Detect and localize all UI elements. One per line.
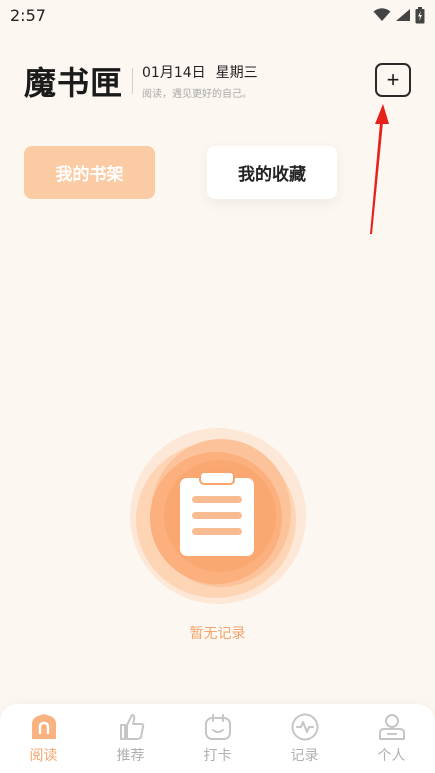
add-button[interactable]: + <box>375 63 411 97</box>
date-line: 01月14日 星期三 <box>142 62 258 82</box>
thumbs-up-icon <box>116 712 146 742</box>
status-bar: 2:57 <box>0 0 435 30</box>
cell-signal-icon <box>396 9 410 21</box>
nav-label-checkin: 打卡 <box>203 748 232 764</box>
header: 魔书匣 01月14日 星期三 阅读，遇见更好的自己。 <box>24 58 414 104</box>
status-time: 2:57 <box>10 5 46 25</box>
header-divider <box>132 68 134 94</box>
nav-label-read: 阅读 <box>29 748 58 764</box>
battery-icon <box>415 6 425 23</box>
nav-label-records: 记录 <box>290 748 319 764</box>
weekday-text: 星期三 <box>215 65 258 81</box>
app-logo: 魔书匣 <box>24 64 124 102</box>
date-text: 01月14日 <box>142 65 206 81</box>
nav-item-records[interactable]: 记录 <box>275 712 335 765</box>
tab-my-favorites[interactable]: 我的收藏 <box>207 146 337 199</box>
nav-label-recommend: 推荐 <box>116 748 145 764</box>
clipboard-icon <box>130 428 306 604</box>
empty-state-text: 暂无记录 <box>189 626 246 642</box>
person-icon <box>377 712 407 742</box>
nav-item-checkin[interactable]: 打卡 <box>188 712 248 765</box>
status-icons <box>373 6 425 24</box>
date-block: 01月14日 星期三 阅读，遇见更好的自己。 <box>142 62 258 100</box>
pulse-icon <box>290 712 320 742</box>
nav-item-read[interactable]: 阅读 <box>14 712 74 765</box>
home-icon <box>29 712 59 742</box>
calendar-icon <box>203 712 233 742</box>
nav-item-recommend[interactable]: 推荐 <box>101 712 161 765</box>
nav-item-profile[interactable]: 个人 <box>362 712 422 765</box>
annotation-arrow-icon <box>370 104 389 234</box>
bottom-nav: 阅读 推荐 打卡 记录 个人 <box>0 704 435 773</box>
tab-my-bookshelf[interactable]: 我的书架 <box>24 146 155 199</box>
nav-label-profile: 个人 <box>377 748 406 764</box>
slogan-text: 阅读，遇见更好的自己。 <box>142 89 253 100</box>
wifi-icon <box>373 8 391 21</box>
